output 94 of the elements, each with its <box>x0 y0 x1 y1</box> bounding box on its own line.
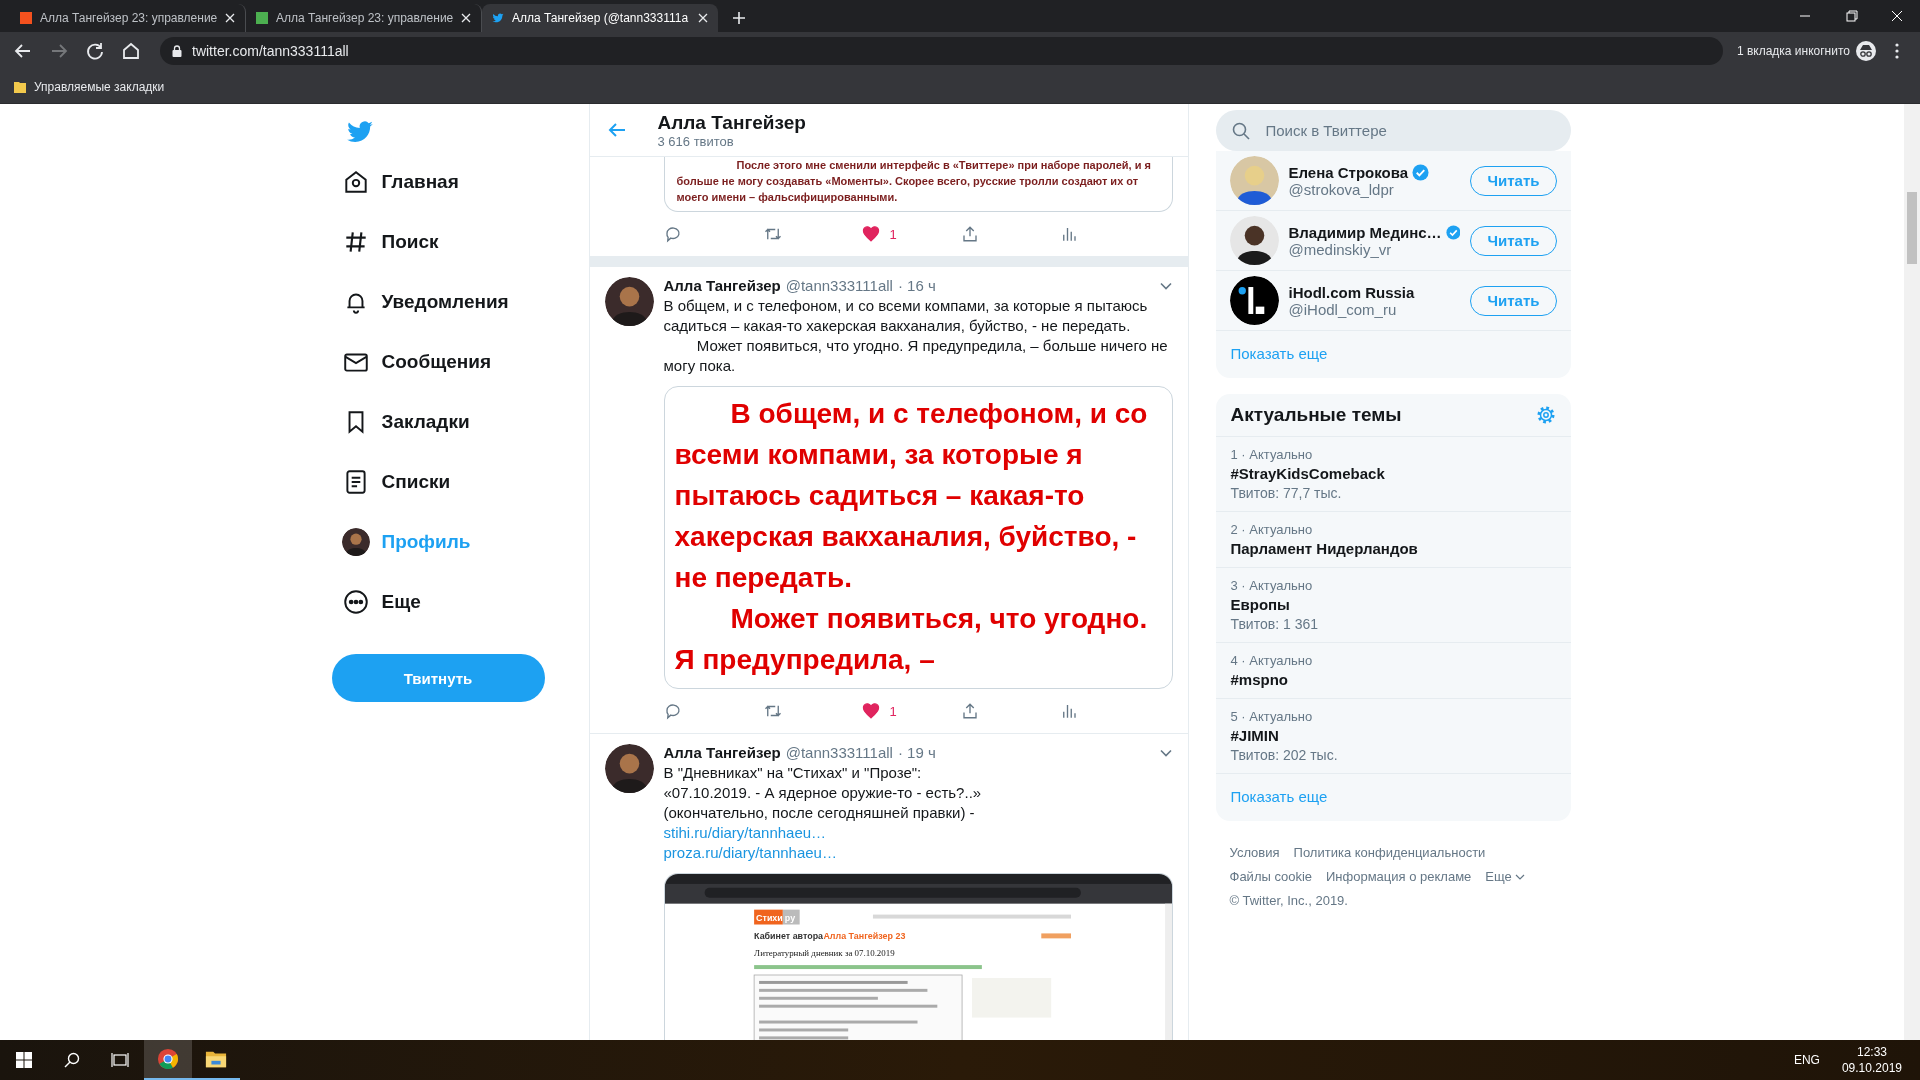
share-icon[interactable] <box>960 225 979 243</box>
footer-link[interactable]: Информация о рекламе <box>1326 869 1472 884</box>
profile-name: Алла Тангейзер <box>657 111 806 134</box>
close-icon[interactable] <box>225 13 235 23</box>
logo-avatar <box>1229 276 1279 325</box>
task-view-icon[interactable] <box>111 1052 129 1068</box>
lock-icon <box>172 45 182 57</box>
trend-item[interactable]: 4 · Актуально #mspno <box>1215 643 1571 699</box>
author-name[interactable]: Алла Тангейзер <box>663 744 781 761</box>
account-handle: @medinskiy_vr <box>1288 240 1392 258</box>
clock-time: 12:33 <box>1856 1044 1887 1060</box>
trend-rank: 4 · Актуально <box>1230 653 1314 668</box>
trend-item[interactable]: 1 · Актуально #StrayKidsComeback Твитов: 77,7 тыс. <box>1215 437 1571 512</box>
nav-item[interactable]: Главная <box>333 157 469 207</box>
image-text: В общем, и с телефоном, и со всеми компами, за которые я пытаюсь садиться – какая-то хакерская вакханалия, буйство, - не передать. <box>674 397 1149 595</box>
footer-more-link[interactable]: Еще <box>1485 869 1525 884</box>
address-bar[interactable]: twitter.com/tann333111all <box>160 37 1723 65</box>
scrollbar[interactable] <box>1904 104 1920 1040</box>
nav-item[interactable]: Списки <box>333 457 461 507</box>
trend-name: Парламент Нидерландов <box>1230 540 1419 557</box>
nav-item[interactable]: Уведомления <box>333 277 519 327</box>
tweet-text: В общем, и с телефоном, и со всеми компами, за которые я пытаюсь садиться – какая-то хакерская вакханалия, буйство, - не передать. Может появиться, что угодно. Я предупредила, – больше ничего не могу пока. <box>663 296 1169 376</box>
heart-icon[interactable] <box>861 225 880 243</box>
image-text: Может появиться, что угодно. Я предупредила, – <box>674 602 1149 677</box>
folder-icon <box>205 1049 227 1069</box>
settings-icon[interactable] <box>1535 405 1556 425</box>
footer-link[interactable]: Файлы cookie <box>1229 869 1312 884</box>
folder-icon <box>14 80 26 93</box>
language-indicator[interactable]: ENG <box>1793 1053 1820 1067</box>
incognito-icon[interactable] <box>1856 41 1876 61</box>
nav-item[interactable]: Поиск <box>333 217 449 267</box>
nav-item[interactable]: Сообщения <box>333 337 501 387</box>
trend-item[interactable]: 3 · Актуально Европы Твитов: 1 361 <box>1215 568 1571 643</box>
trend-count: Твитов: 1 361 <box>1230 616 1319 632</box>
tweet-count: 3 616 твитов <box>657 133 735 149</box>
trends-title: Актуальные темы <box>1230 404 1402 426</box>
search-icon[interactable] <box>64 1052 80 1068</box>
trend-name: #JIMIN <box>1230 727 1280 744</box>
page-heading: Кабинет автора <box>753 931 823 942</box>
like-count: 1 <box>889 703 897 719</box>
reply-icon[interactable] <box>663 225 682 243</box>
account-handle: @strokova_ldpr <box>1288 180 1394 198</box>
account-name[interactable]: Владимир Мединс… <box>1288 223 1442 241</box>
more-icon <box>341 588 370 616</box>
footer-link[interactable]: Политика конфиденциальности <box>1293 845 1486 860</box>
trend-rank: 5 · Актуально <box>1230 709 1314 724</box>
tweet-text: В "Дневниках" на "Стихах" и "Прозе": «07.10.2019. - А ядерное оружие-то - есть?..» (окончательно, после сегодняшней правки) - <box>663 763 983 823</box>
new-tab-icon[interactable] <box>732 11 746 25</box>
nav-item[interactable]: Закладки <box>333 397 480 447</box>
author-handle: @tann333111all <box>785 277 893 294</box>
trend-rank: 2 · Актуально <box>1230 522 1314 537</box>
page-heading: Литературный дневник за 07.10.2019 <box>753 948 895 959</box>
support-link <box>1040 933 1071 939</box>
incognito-label: 1 вкладка инкогнито <box>1736 44 1850 58</box>
trend-name: #mspno <box>1230 671 1289 688</box>
tweet-time: · 16 ч <box>897 277 936 294</box>
avatar <box>1229 156 1279 205</box>
copyright: © Twitter, Inc., 2019. <box>1228 892 1349 910</box>
close-icon[interactable] <box>461 13 471 23</box>
taskbar-app[interactable] <box>144 1040 192 1080</box>
avatar <box>604 277 654 326</box>
trend-item[interactable]: 5 · Актуально #JIMIN Твитов: 202 тыс. <box>1215 699 1571 774</box>
trend-rank: 3 · Актуально <box>1230 578 1314 593</box>
windows-icon[interactable] <box>16 1052 32 1068</box>
nav-item[interactable]: Еще <box>333 577 431 627</box>
account-handle: @iHodl_com_ru <box>1288 300 1398 318</box>
trend-name: Европы <box>1230 596 1291 613</box>
author-handle: @tann333111all <box>785 744 893 761</box>
avatar <box>341 528 370 556</box>
tweet-time: · 19 ч <box>897 744 936 761</box>
account-name[interactable]: Елена Строкова <box>1288 163 1409 181</box>
share-icon[interactable] <box>960 702 979 720</box>
url-text: twitter.com/tann333111all <box>192 43 349 59</box>
close-icon[interactable] <box>698 13 708 23</box>
browser-tab[interactable]: Алла Тангейзер (@tann333111a <box>482 4 718 32</box>
avatar <box>1229 216 1279 265</box>
bookmark-folder[interactable]: Управляемые закладки <box>34 79 165 94</box>
clock-date: 09.10.2019 <box>1841 1060 1902 1076</box>
trend-count: Твитов: 202 тыс. <box>1230 747 1339 763</box>
trend-count: Твитов: 77,7 тыс. <box>1230 485 1343 501</box>
site-logo: Стихи ру <box>753 909 800 925</box>
search-field[interactable]: Поиск в Твиттере <box>1215 110 1571 151</box>
chrome-icon <box>157 1048 179 1070</box>
heart-icon[interactable] <box>861 702 880 720</box>
author-name[interactable]: Алла Тангейзер <box>663 277 781 294</box>
like-count: 1 <box>889 226 897 242</box>
reply-icon[interactable] <box>663 702 682 720</box>
avatar <box>604 744 654 793</box>
trend-name: #StrayKidsComeback <box>1230 465 1386 482</box>
image-text: После этого мне сменили интерфейс в «Твиттере» при наборе паролей, и я больше не могу создавать «Моменты». Скорее всего, русские тролли создают их от моего имени – фальсифицированными. <box>676 158 1152 205</box>
account-name[interactable]: iHodl.com Russia <box>1288 283 1415 301</box>
trend-item[interactable]: 2 · Актуально Парламент Нидерландов <box>1215 512 1571 568</box>
footer-link[interactable]: Условия <box>1229 845 1280 860</box>
trend-rank: 1 · Актуально <box>1230 447 1314 462</box>
